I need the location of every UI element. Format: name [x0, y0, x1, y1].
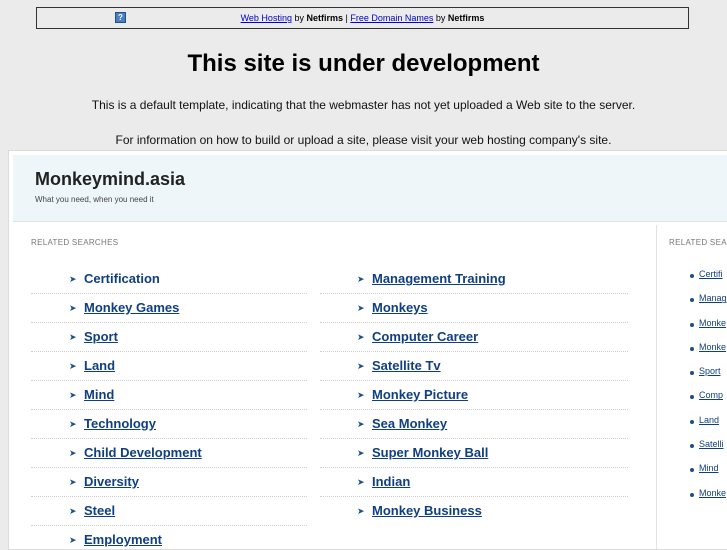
list-item: ➤ Sport [31, 323, 307, 352]
banner-brand: Netfirms [306, 13, 343, 23]
search-link[interactable]: Land [84, 358, 115, 373]
bullet-icon [690, 492, 694, 497]
arrow-right-icon: ➤ [357, 361, 365, 371]
list-item: ➤ Mind [31, 381, 307, 410]
help-icon[interactable]: ? [115, 12, 126, 23]
search-link[interactable]: Monkey Business [372, 503, 482, 518]
search-link[interactable]: Super Monkey Ball [372, 445, 488, 460]
bullet-icon [690, 444, 694, 449]
hosting-info-notice: For information on how to build or uploa… [115, 133, 612, 147]
arrow-right-icon: ➤ [357, 390, 365, 400]
list-item: ➤ Computer Career [320, 323, 628, 352]
list-item: ➤ Monkeys [320, 294, 628, 323]
list-item: ➤ Certification [31, 265, 307, 294]
arrow-right-icon: ➤ [357, 477, 365, 487]
search-link[interactable]: Sport [84, 329, 118, 344]
bullet-icon [690, 371, 694, 376]
bullet-icon [690, 468, 694, 473]
arrow-right-icon: ➤ [357, 303, 365, 313]
list-item: ➤ Monkey Picture [320, 381, 628, 410]
search-link[interactable]: Monke [699, 488, 726, 498]
default-template-notice: This is a default template, indicating t… [91, 98, 636, 112]
list-item: ➤ Steel [31, 497, 307, 526]
search-link[interactable]: Monkeys [372, 300, 428, 315]
related-searches-list-middle: ➤ Management Training ➤ Monkeys ➤ Computer … [320, 265, 628, 526]
search-link[interactable]: Monkey Games [84, 300, 179, 315]
search-link[interactable]: Steel [84, 503, 115, 518]
list-item: ➤ Child Development [31, 439, 307, 468]
arrow-right-icon: ➤ [357, 506, 365, 516]
search-link[interactable]: Indian [372, 474, 410, 489]
search-link[interactable]: Satelli [699, 439, 724, 449]
search-link[interactable]: Mind [84, 387, 114, 402]
parked-page-frame: Monkeymind.asia What you need, when you … [8, 150, 727, 550]
search-link[interactable]: Land [699, 415, 719, 425]
list-item: ➤ Technology [31, 410, 307, 439]
banner-by-text: by [291, 13, 307, 23]
bullet-icon [690, 298, 694, 303]
arrow-right-icon: ➤ [69, 332, 77, 342]
search-link[interactable]: Sport [699, 366, 721, 376]
search-link[interactable]: Mind [699, 463, 719, 473]
search-link[interactable]: Comp [699, 390, 723, 400]
banner-brand: Netfirms [447, 13, 485, 23]
site-title[interactable]: Monkeymind.asia [35, 169, 185, 190]
search-link[interactable]: Monkey Picture [372, 387, 468, 402]
list-item: ➤ Sea Monkey [320, 410, 628, 439]
free-domain-names-link[interactable]: Free Domain Names [350, 13, 433, 23]
bullet-icon [690, 419, 694, 424]
arrow-right-icon: ➤ [69, 535, 77, 545]
related-searches-list-left: ➤ Certification ➤ Monkey Games ➤ Sport ➤ Lan… [31, 265, 307, 549]
hosting-banner: ? Web Hosting by Netfirms | Free Domain … [36, 7, 689, 29]
search-link[interactable]: Management Training [372, 271, 506, 286]
arrow-right-icon: ➤ [69, 419, 77, 429]
web-hosting-link[interactable]: Web Hosting [241, 13, 292, 23]
arrow-right-icon: ➤ [357, 419, 365, 429]
search-link[interactable]: Diversity [84, 474, 139, 489]
list-item: ➤ Super Monkey Ball [320, 439, 628, 468]
bullet-icon [690, 395, 694, 400]
arrow-right-icon: ➤ [69, 274, 77, 284]
list-item: ➤ Land [31, 352, 307, 381]
search-link[interactable]: Computer Career [372, 329, 478, 344]
search-link[interactable]: Satellite Tv [372, 358, 441, 373]
search-link[interactable]: Monke [699, 342, 726, 352]
column-divider [656, 225, 657, 549]
list-item: ➤ Monkey Games [31, 294, 307, 323]
arrow-right-icon: ➤ [357, 332, 365, 342]
list-item: ➤ Employment [31, 526, 307, 549]
arrow-right-icon: ➤ [69, 303, 77, 313]
arrow-right-icon: ➤ [69, 506, 77, 516]
page-title: This site is under development [187, 50, 540, 77]
list-item: ➤ Management Training [320, 265, 628, 294]
search-link[interactable]: Monke [699, 318, 726, 328]
related-searches-label: RELATED SEARCHES [31, 238, 119, 247]
arrow-right-icon: ➤ [357, 274, 365, 284]
list-item: ➤ Satellite Tv [320, 352, 628, 381]
list-item: ➤ Monkey Business [320, 497, 628, 526]
list-item: ➤ Indian [320, 468, 628, 497]
search-link[interactable]: Certifi [699, 269, 723, 279]
bullet-icon [690, 346, 694, 351]
arrow-right-icon: ➤ [69, 361, 77, 371]
bullet-icon [690, 274, 694, 278]
search-link[interactable]: Certification [84, 271, 160, 286]
site-header: Monkeymind.asia What you need, when you … [13, 155, 727, 222]
banner-by-text: by [433, 13, 448, 23]
list-item: ➤ Diversity [31, 468, 307, 497]
arrow-right-icon: ➤ [69, 477, 77, 487]
search-link[interactable]: Technology [84, 416, 156, 431]
site-tagline: What you need, when you need it [35, 195, 154, 204]
related-searches-label-right: RELATED SEA [669, 238, 727, 247]
arrow-right-icon: ➤ [69, 448, 77, 458]
search-link[interactable]: Child Development [84, 445, 202, 460]
bullet-icon [690, 322, 694, 327]
arrow-right-icon: ➤ [69, 390, 77, 400]
arrow-right-icon: ➤ [357, 448, 365, 458]
search-link[interactable]: Sea Monkey [372, 416, 447, 431]
search-link[interactable]: Manag [699, 293, 727, 303]
